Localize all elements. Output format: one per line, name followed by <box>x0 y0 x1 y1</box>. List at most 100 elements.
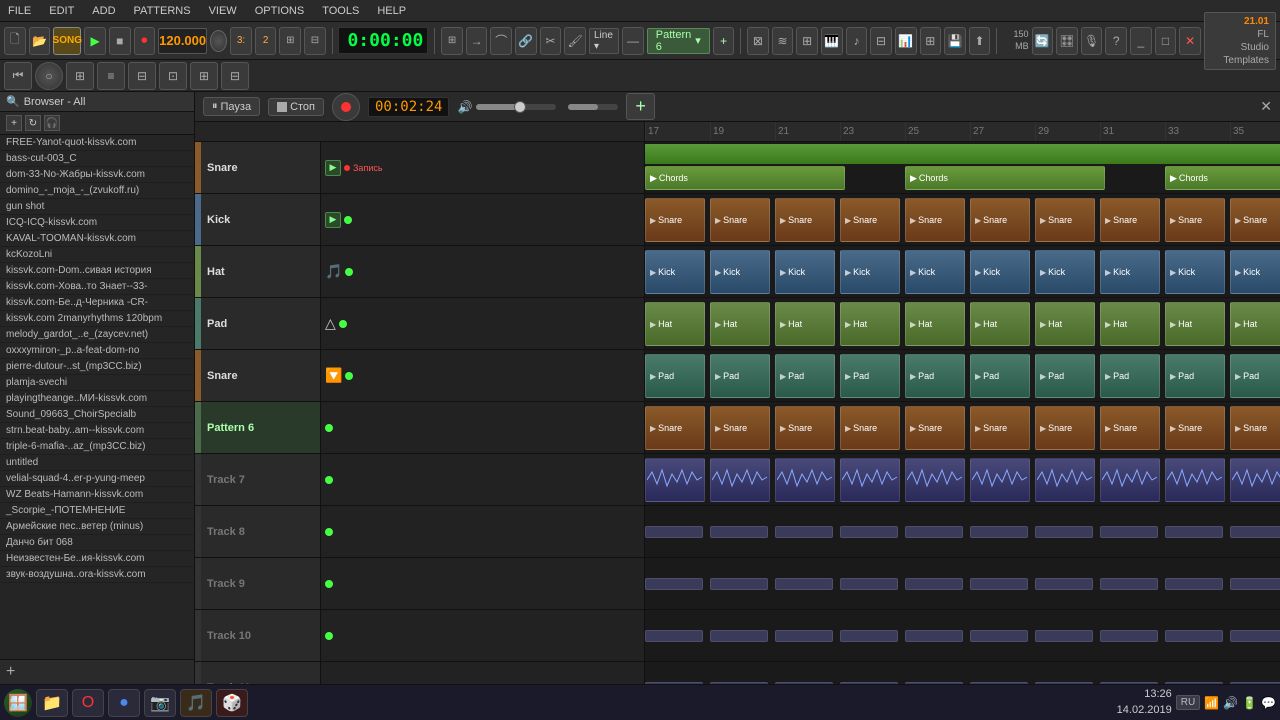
kick-clip-2[interactable]: ▶Kick <box>775 250 835 294</box>
max-btn[interactable]: □ <box>1155 27 1177 55</box>
pause-button[interactable]: ⏸ Пауза <box>203 97 260 116</box>
track10-clip-1[interactable] <box>710 630 768 642</box>
song-mode-button[interactable]: SONG <box>53 27 81 55</box>
track-green-btn-1[interactable]: ▶ <box>325 160 341 176</box>
track10-clip-4[interactable] <box>905 630 963 642</box>
stamp-btn[interactable]: ⊞ <box>920 27 942 55</box>
track8-clip-6[interactable] <box>1035 526 1093 538</box>
mic-btn[interactable]: 🎙 <box>1081 27 1103 55</box>
sidebar-item-14[interactable]: pierre-dutour-..st_(mp3CC.biz) <box>0 359 194 375</box>
pad-clip-1[interactable]: ▶Pad <box>710 354 770 398</box>
sidebar-item-16[interactable]: playingtheange..МИ-kissvk.com <box>0 391 194 407</box>
taskbar-app6[interactable]: 🎲 <box>216 689 248 717</box>
pad-clip-8[interactable]: ▶Pad <box>1165 354 1225 398</box>
track7-clip-5[interactable] <box>970 458 1030 502</box>
menu-options[interactable]: OPTIONS <box>251 3 309 19</box>
track10-clip-6[interactable] <box>1035 630 1093 642</box>
track9-clip-1[interactable] <box>710 578 768 590</box>
record-circle-button[interactable] <box>332 93 360 121</box>
knob-icon[interactable]: ○ <box>35 62 63 90</box>
hat-clip-4[interactable]: ▶Hat <box>905 302 965 346</box>
track8-clip-3[interactable] <box>840 526 898 538</box>
track8-clip-0[interactable] <box>645 526 703 538</box>
snare-clip-9[interactable]: ▶Snare <box>1230 198 1280 242</box>
pad-clip-6[interactable]: ▶Pad <box>1035 354 1095 398</box>
snare3-clip-3[interactable]: ▶Snare <box>840 406 900 450</box>
kick-clip-9[interactable]: ▶Kick <box>1230 250 1280 294</box>
step-btn2[interactable]: 2 <box>255 27 277 55</box>
help-btn[interactable]: ? <box>1105 27 1127 55</box>
fx-btn[interactable]: ⊟ <box>304 27 326 55</box>
scale-btn[interactable]: 📊 <box>895 27 917 55</box>
pad-clip-4[interactable]: ▶Pad <box>905 354 965 398</box>
record-button[interactable]: ⏺ <box>134 27 156 55</box>
line-selector[interactable]: Line ▾ <box>589 28 619 54</box>
track8-clip-4[interactable] <box>905 526 963 538</box>
add-track-button[interactable]: + <box>626 93 655 120</box>
track9-clip-7[interactable] <box>1100 578 1158 590</box>
piano-btn[interactable]: 🎹 <box>821 27 843 55</box>
sidebar-item-27[interactable]: звук-воздушна..ora-kissvk.com <box>0 567 194 583</box>
sidebar-item-22[interactable]: WZ Beats-Hamann-kissvk.com <box>0 487 194 503</box>
track8-clip-2[interactable] <box>775 526 833 538</box>
tb2-btn3[interactable]: ⊟ <box>128 62 156 90</box>
pad-clip-7[interactable]: ▶Pad <box>1100 354 1160 398</box>
track9-clip-8[interactable] <box>1165 578 1223 590</box>
chords-btn[interactable]: ⊟ <box>870 27 892 55</box>
sidebar-item-9[interactable]: kissvk.com-Хова..то Знает--33- <box>0 279 194 295</box>
sidebar-item-2[interactable]: dom-33-No-Жабры-kissvk.com <box>0 167 194 183</box>
sidebar-item-20[interactable]: untitled <box>0 455 194 471</box>
snare3-clip-7[interactable]: ▶Snare <box>1100 406 1160 450</box>
snare-clip-5[interactable]: ▶Snare <box>970 198 1030 242</box>
track8-clip-1[interactable] <box>710 526 768 538</box>
snare-clip-2[interactable]: ▶Snare <box>775 198 835 242</box>
kick-clip-7[interactable]: ▶Kick <box>1100 250 1160 294</box>
line-btn2[interactable]: — <box>622 27 644 55</box>
track7-clip-1[interactable] <box>710 458 770 502</box>
snare-clip-7[interactable]: ▶Snare <box>1100 198 1160 242</box>
sidebar-item-4[interactable]: gun shot <box>0 199 194 215</box>
taskbar-app5[interactable]: 🎵 <box>180 689 212 717</box>
kick-clip-1[interactable]: ▶Kick <box>710 250 770 294</box>
play-button[interactable]: ▶ <box>84 27 106 55</box>
pattern-add-btn[interactable]: + <box>713 27 735 55</box>
track9-clip-6[interactable] <box>1035 578 1093 590</box>
sidebar-item-18[interactable]: strn.beat-baby..am--kissvk.com <box>0 423 194 439</box>
sidebar-item-23[interactable]: _Scorpie_-ПОТЕМНЕНИЕ <box>0 503 194 519</box>
track8-clip-5[interactable] <box>970 526 1028 538</box>
snare3-clip-1[interactable]: ▶Snare <box>710 406 770 450</box>
track7-clip-7[interactable] <box>1100 458 1160 502</box>
track7-clip-3[interactable] <box>840 458 900 502</box>
snare3-clip-2[interactable]: ▶Snare <box>775 406 835 450</box>
kick-play-btn[interactable]: ▶ <box>325 212 341 228</box>
taskbar-app4[interactable]: 📷 <box>144 689 176 717</box>
gain-slider[interactable] <box>568 104 618 110</box>
cpu-btn[interactable]: 🔄 <box>1032 27 1054 55</box>
snare3-clip-4[interactable]: ▶Snare <box>905 406 965 450</box>
hat-clip-2[interactable]: ▶Hat <box>775 302 835 346</box>
menu-view[interactable]: VIEW <box>205 3 241 19</box>
pad-clip-0[interactable]: ▶Pad <box>645 354 705 398</box>
chords-big-bar[interactable] <box>645 144 1280 164</box>
mixer-toggle[interactable]: ⊠ <box>747 27 769 55</box>
tb2-btn6[interactable]: ⊟ <box>221 62 249 90</box>
mixer-btn[interactable]: ⊞ <box>279 27 301 55</box>
curve-btn[interactable]: ⌒ <box>490 27 512 55</box>
new-button[interactable]: 🗋 <box>4 27 26 55</box>
pad-clip-5[interactable]: ▶Pad <box>970 354 1030 398</box>
sidebar-item-24[interactable]: Армейские пес..ветер (minus) <box>0 519 194 535</box>
sidebar-item-12[interactable]: melody_gardot_..е_(zaycev.net) <box>0 327 194 343</box>
sidebar-item-25[interactable]: Данчо бит 068 <box>0 535 194 551</box>
pad-clip-2[interactable]: ▶Pad <box>775 354 835 398</box>
plugin-btn[interactable]: ⊞ <box>796 27 818 55</box>
snare3-clip-0[interactable]: ▶Snare <box>645 406 705 450</box>
kick-clip-6[interactable]: ▶Kick <box>1035 250 1095 294</box>
track9-clip-5[interactable] <box>970 578 1028 590</box>
menu-edit[interactable]: EDIT <box>45 3 78 19</box>
menu-help[interactable]: HELP <box>373 3 410 19</box>
taskbar-files[interactable]: 📁 <box>36 689 68 717</box>
menu-tools[interactable]: TOOLS <box>318 3 363 19</box>
min-btn[interactable]: _ <box>1130 27 1152 55</box>
snare-clip-0[interactable]: ▶Snare <box>645 198 705 242</box>
browser-add[interactable]: + <box>6 115 22 131</box>
